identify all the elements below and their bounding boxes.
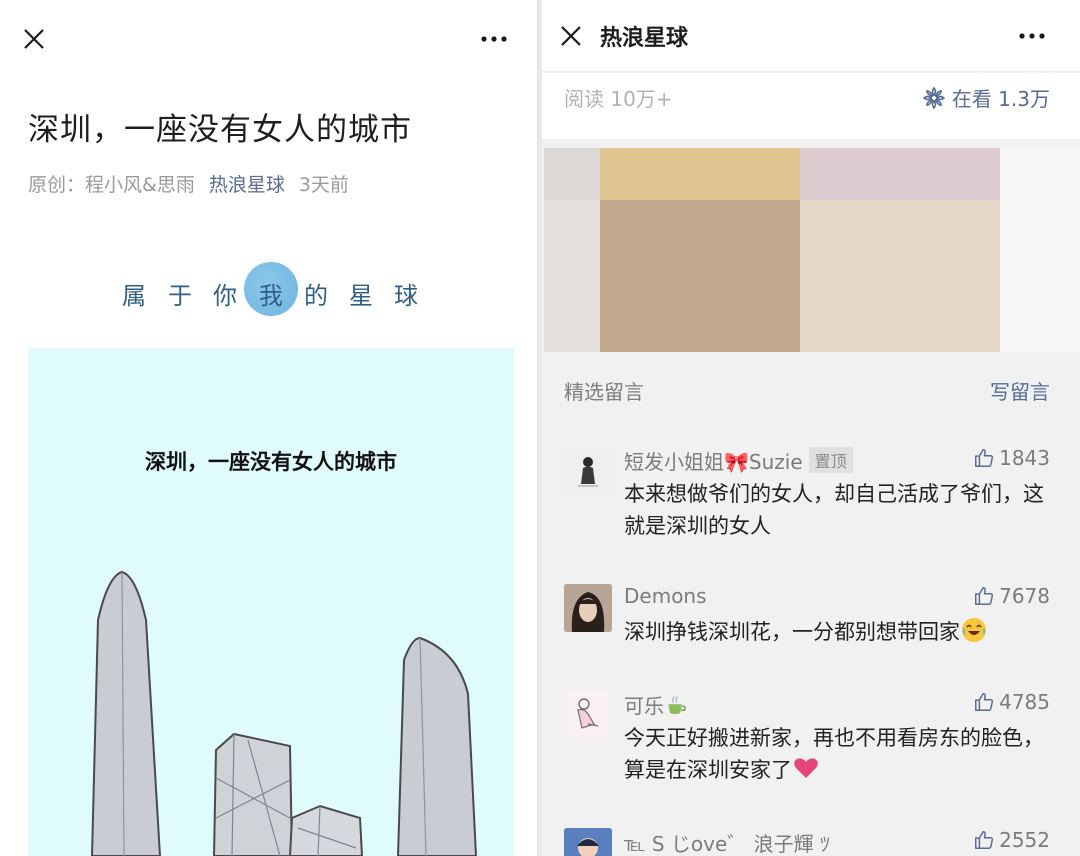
- comment-item: 可乐 4785 今天正好搬进新家，再也不用看房东的脸色，算是在深圳安家了: [542, 690, 1080, 800]
- comment-author-name: 短发小姐姐🎀Suzie: [624, 450, 803, 474]
- planet-banner-char: 球: [394, 282, 418, 310]
- more-dots-icon: [1019, 33, 1045, 39]
- account-link[interactable]: 热浪星球: [209, 174, 285, 196]
- publish-time: 3天前: [298, 174, 349, 196]
- avatar-woman-icon[interactable]: [564, 584, 612, 632]
- mosaic-tile: [544, 200, 600, 352]
- thumbs-up-icon: [975, 831, 994, 849]
- laughing-tears-icon: [962, 618, 986, 642]
- article-illustration: 深圳，一座没有女人的城市: [28, 348, 514, 856]
- avatar-sketch-icon[interactable]: [564, 690, 612, 738]
- blurred-image: [544, 148, 1080, 352]
- like-button[interactable]: 4785: [973, 690, 1050, 714]
- watching-button[interactable]: 在看 1.3万: [922, 83, 1050, 112]
- account-title: 热浪星球: [600, 26, 689, 51]
- comments-header: 精选留言 写留言: [542, 370, 1080, 410]
- comment-text: 深圳挣钱深圳花，一分都别想带回家: [624, 620, 960, 644]
- mosaic-tile: [1000, 148, 1080, 352]
- article-meta: 原创：程小风&思雨 热浪星球 3天前: [28, 170, 349, 197]
- comment-text: 本来想做爷们的女人，却自己活成了爷们，这就是深圳的女人: [624, 482, 1044, 538]
- comment-item: 短发小姐姐🎀Suzie 置顶 1843 本来想做爷们的女人，却自己活成了爷们，这就…: [542, 446, 1080, 556]
- planet-banner-char: 我: [259, 282, 283, 310]
- planet-banner-char: 你: [213, 282, 237, 310]
- planet-banner-char: 属: [122, 282, 146, 310]
- planet-banner-char: 星: [349, 282, 373, 310]
- more-options-button[interactable]: [474, 24, 514, 54]
- like-count: 1843: [999, 446, 1050, 470]
- close-button[interactable]: [554, 19, 588, 53]
- mosaic-tile: [600, 148, 800, 200]
- like-count: 7678: [999, 584, 1050, 608]
- like-button[interactable]: 2552: [973, 828, 1050, 852]
- comments-panel: 热浪星球 阅读 10万+ 在看 1.3万 精选留言 写留言 短发小姐姐🎀Suzi…: [542, 0, 1080, 856]
- like-count: 4785: [999, 690, 1050, 714]
- comments-top-bar: 热浪星球: [542, 0, 1080, 72]
- comment-author-name[interactable]: ℡ S じove゛ 浪子輝 ﾂ: [624, 828, 830, 856]
- featured-comments-label: 精选留言: [564, 380, 644, 404]
- comment-text: 今天正好搬进新家，再也不用看房东的脸色，算是在深圳安家了: [624, 726, 1044, 782]
- flower-icon: [922, 86, 946, 109]
- comment-author[interactable]: 可乐: [624, 690, 688, 719]
- mosaic-tile: [600, 200, 800, 352]
- heart-icon: [794, 758, 818, 778]
- comment-item: ℡ S じove゛ 浪子輝 ﾂ 2552: [542, 828, 1080, 856]
- comment-author-name[interactable]: Demons: [624, 584, 707, 608]
- article-panel: 深圳，一座没有女人的城市 原创：程小风&思雨 热浪星球 3天前 属 于 你 我 的 …: [0, 0, 538, 856]
- write-comment-button[interactable]: 写留言: [990, 376, 1050, 405]
- mosaic-tile: [544, 148, 600, 200]
- planet-banner-char: 于: [168, 282, 192, 310]
- article-stats: 阅读 10万+ 在看 1.3万: [542, 73, 1080, 139]
- comment-body: 今天正好搬进新家，再也不用看房东的脸色，算是在深圳安家了: [624, 722, 1054, 786]
- more-dots-icon: [481, 36, 507, 42]
- thumbs-up-icon: [975, 449, 994, 467]
- thumbs-up-icon: [975, 587, 994, 605]
- close-icon: [561, 26, 581, 46]
- article-author: 原创：程小风&思雨: [28, 174, 195, 196]
- close-button[interactable]: [17, 22, 51, 56]
- comment-item: Demons 7678 深圳挣钱深圳花，一分都别想带回家: [542, 584, 1080, 674]
- mosaic-tile: [800, 200, 1000, 352]
- like-count: 2552: [999, 828, 1050, 852]
- like-button[interactable]: 7678: [973, 584, 1050, 608]
- avatar-boy-icon[interactable]: [564, 828, 612, 856]
- watching-count: 在看 1.3万: [951, 87, 1050, 111]
- tea-icon: [668, 696, 686, 715]
- more-options-button[interactable]: [1012, 21, 1052, 51]
- skyline-illustration: [90, 570, 478, 856]
- article-top-bar: [0, 0, 537, 80]
- comment-author-name: 可乐: [624, 694, 664, 718]
- mosaic-tile: [800, 148, 1000, 200]
- like-button[interactable]: 1843: [973, 446, 1050, 470]
- planet-banner-char: 的: [304, 282, 328, 310]
- read-count: 阅读 10万+: [564, 87, 673, 111]
- comment-author[interactable]: 短发小姐姐🎀Suzie 置顶: [624, 446, 853, 475]
- close-icon: [24, 29, 44, 49]
- thumbs-up-icon: [975, 693, 994, 711]
- pinned-badge: 置顶: [808, 447, 853, 473]
- comment-body: 深圳挣钱深圳花，一分都别想带回家: [624, 616, 1054, 648]
- article-title: 深圳，一座没有女人的城市: [28, 112, 412, 148]
- avatar-girl-icon[interactable]: [564, 446, 612, 494]
